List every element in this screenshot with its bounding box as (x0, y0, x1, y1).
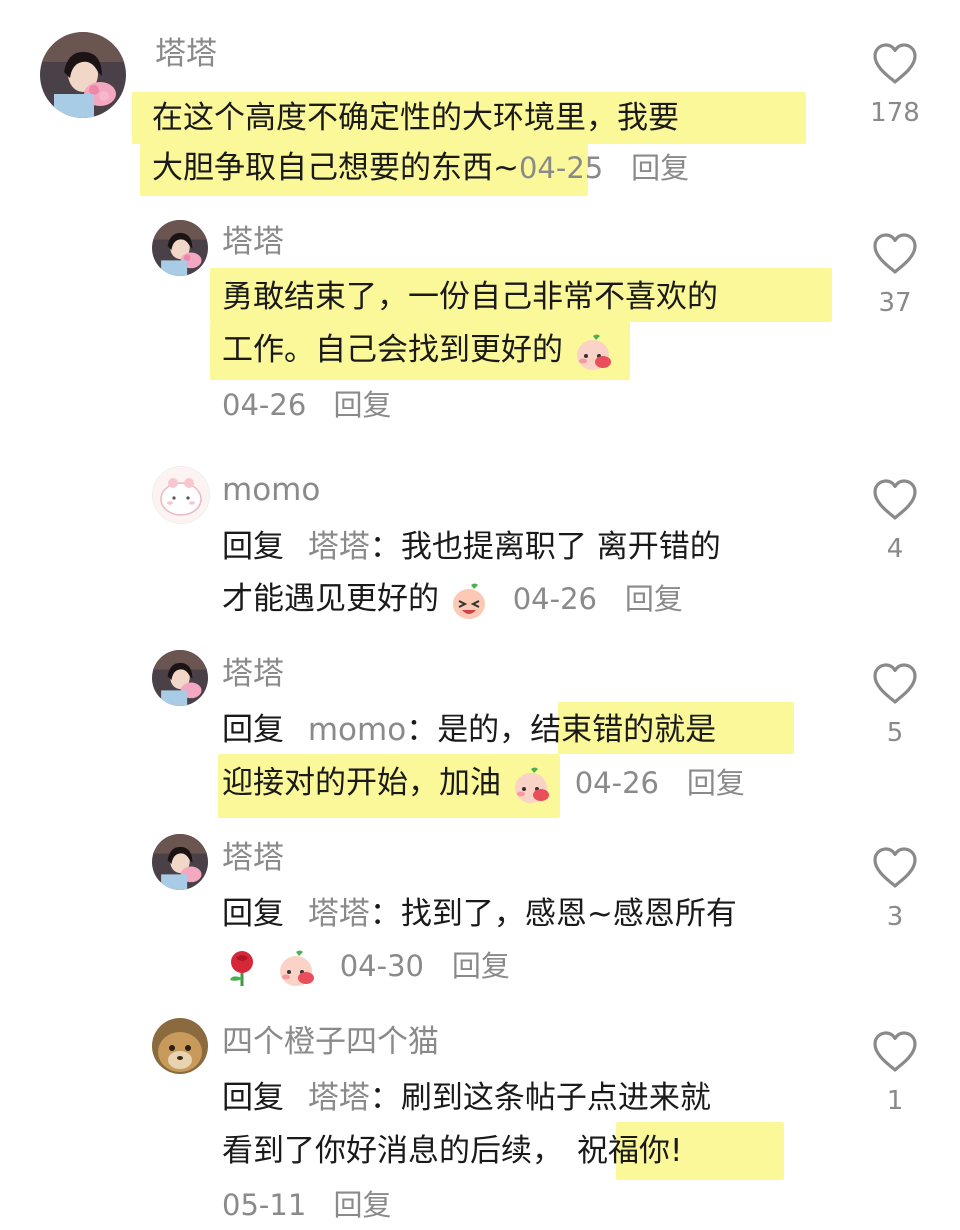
comment-text-line: 回复 塔塔：找到了，感恩~感恩所有 (222, 889, 737, 939)
avatar-image (153, 467, 209, 523)
heart-outline-icon[interactable] (871, 232, 919, 276)
avatar[interactable] (152, 466, 210, 524)
blushing-peach-emoji (279, 950, 314, 986)
comment-date: 04-26 (512, 582, 597, 616)
reply-button[interactable]: 回复 (631, 151, 689, 185)
like-area: 3 (860, 846, 930, 932)
comment-text-segment: 迎接对的开始，加油 (222, 765, 501, 801)
comment-text-line: 回复 momo：是的，结束错的就是 (222, 705, 716, 755)
avatar-image (152, 1018, 208, 1074)
like-area: 5 (860, 662, 930, 748)
avatar[interactable] (152, 1018, 208, 1074)
heart-outline-icon[interactable] (871, 662, 919, 706)
comment-date: 04-26 (222, 388, 307, 422)
comment-username[interactable]: 塔塔 (222, 838, 284, 878)
heart-outline-icon[interactable] (871, 846, 919, 890)
comment-username[interactable]: 四个橙子四个猫 (222, 1022, 439, 1062)
like-area: 37 (860, 232, 930, 318)
reply-button[interactable]: 回复 (334, 1188, 392, 1222)
reply-button[interactable]: 回复 (625, 582, 683, 616)
comment-text-segment: 大胆争取自己想要的东西~ (152, 150, 519, 186)
avatar-image (152, 834, 208, 890)
like-count: 37 (878, 288, 912, 318)
heart-outline-icon[interactable] (871, 478, 919, 522)
reply-colon: ： (369, 896, 401, 932)
laughing-peach-emoji (452, 583, 485, 619)
comment-text-segment: 祝福你! (577, 1133, 683, 1169)
like-area: 1 (860, 1030, 930, 1116)
reply-prefix: 回复 (222, 712, 284, 748)
comment-text-segment: 才能遇见更好的 (222, 581, 439, 617)
like-count: 178 (870, 98, 920, 128)
reply-prefix: 回复 (222, 896, 284, 932)
reply-target-username[interactable]: 塔塔 (308, 896, 370, 932)
comment-meta: 05-11 回复 (222, 1180, 392, 1230)
comment-username[interactable]: 塔塔 (155, 34, 217, 74)
avatar[interactable] (152, 834, 208, 890)
comment-text-segment: 看到了你好消息的后续， (222, 1133, 563, 1169)
avatar-image (152, 220, 208, 276)
comment-meta: 04-26 回复 (222, 380, 392, 430)
comment-text-line: 04-30 回复 (222, 941, 510, 991)
heart-outline-icon[interactable] (871, 42, 919, 86)
like-area: 178 (860, 42, 930, 128)
reply-button[interactable]: 回复 (452, 949, 510, 983)
blushing-peach-emoji (514, 767, 549, 803)
like-count: 1 (886, 1086, 904, 1116)
avatar-image (152, 650, 208, 706)
like-area: 4 (860, 478, 930, 564)
like-count: 3 (886, 902, 904, 932)
comment-text-segment: 是的， (437, 712, 531, 748)
comment-text-line: 回复 塔塔：我也提离职了 离开错的 (222, 522, 721, 572)
reply-button[interactable]: 回复 (687, 766, 745, 800)
comment-username[interactable]: momo (222, 470, 320, 510)
comment-date: 04-30 (339, 949, 424, 983)
avatar[interactable] (152, 220, 208, 276)
avatar[interactable] (40, 32, 126, 118)
comment-text-line: 在这个高度不确定性的大环境里，我要 (152, 100, 679, 136)
comment-username[interactable]: 塔塔 (222, 654, 284, 694)
rose-emoji (230, 950, 253, 986)
avatar-image (40, 32, 126, 118)
comment-text-segment: 找到了，感恩~感恩所有 (400, 896, 737, 932)
comment-text-segment: 刷到这条帖子点进来就 (400, 1080, 711, 1116)
comment-date: 04-26 (574, 766, 659, 800)
reply-colon: ： (406, 712, 438, 748)
reply-button[interactable]: 回复 (334, 388, 392, 422)
reply-target-username[interactable]: 塔塔 (308, 1080, 370, 1116)
reply-prefix: 回复 (222, 529, 284, 565)
reply-colon: ： (369, 1080, 401, 1116)
reply-prefix: 回复 (222, 1080, 284, 1116)
comment-text-line: 回复 塔塔：刷到这条帖子点进来就 (222, 1073, 711, 1123)
blushing-peach-emoji (576, 334, 611, 370)
comment-text-line: 工作。自己会找到更好的 (222, 325, 613, 375)
reply-target-username[interactable]: 塔塔 (308, 529, 370, 565)
like-count: 4 (886, 534, 904, 564)
comment-text-line: 看到了你好消息的后续， 祝福你! (222, 1126, 682, 1176)
comment-text-segment: 结束错的就是 (530, 712, 717, 748)
comment-username[interactable]: 塔塔 (222, 222, 284, 262)
like-count: 5 (886, 718, 904, 748)
comment-date: 04-25 (518, 151, 604, 185)
avatar[interactable] (152, 650, 208, 706)
comment-text-line: 迎接对的开始，加油 04-26 回复 (222, 758, 745, 808)
reply-colon: ： (369, 529, 401, 565)
comment-text-line: 才能遇见更好的 04-26 回复 (222, 574, 683, 624)
heart-outline-icon[interactable] (871, 1030, 919, 1074)
comment-text-line: 大胆争取自己想要的东西~04-25 回复 (152, 143, 689, 193)
comment-date: 05-11 (222, 1188, 307, 1222)
reply-target-username[interactable]: momo (308, 712, 406, 748)
comment-text-line: 勇敢结束了，一份自己非常不喜欢的 (222, 279, 718, 315)
comment-text-segment: 我也提离职了 离开错的 (400, 529, 721, 565)
comment-text-segment: 工作。自己会找到更好的 (222, 332, 563, 368)
